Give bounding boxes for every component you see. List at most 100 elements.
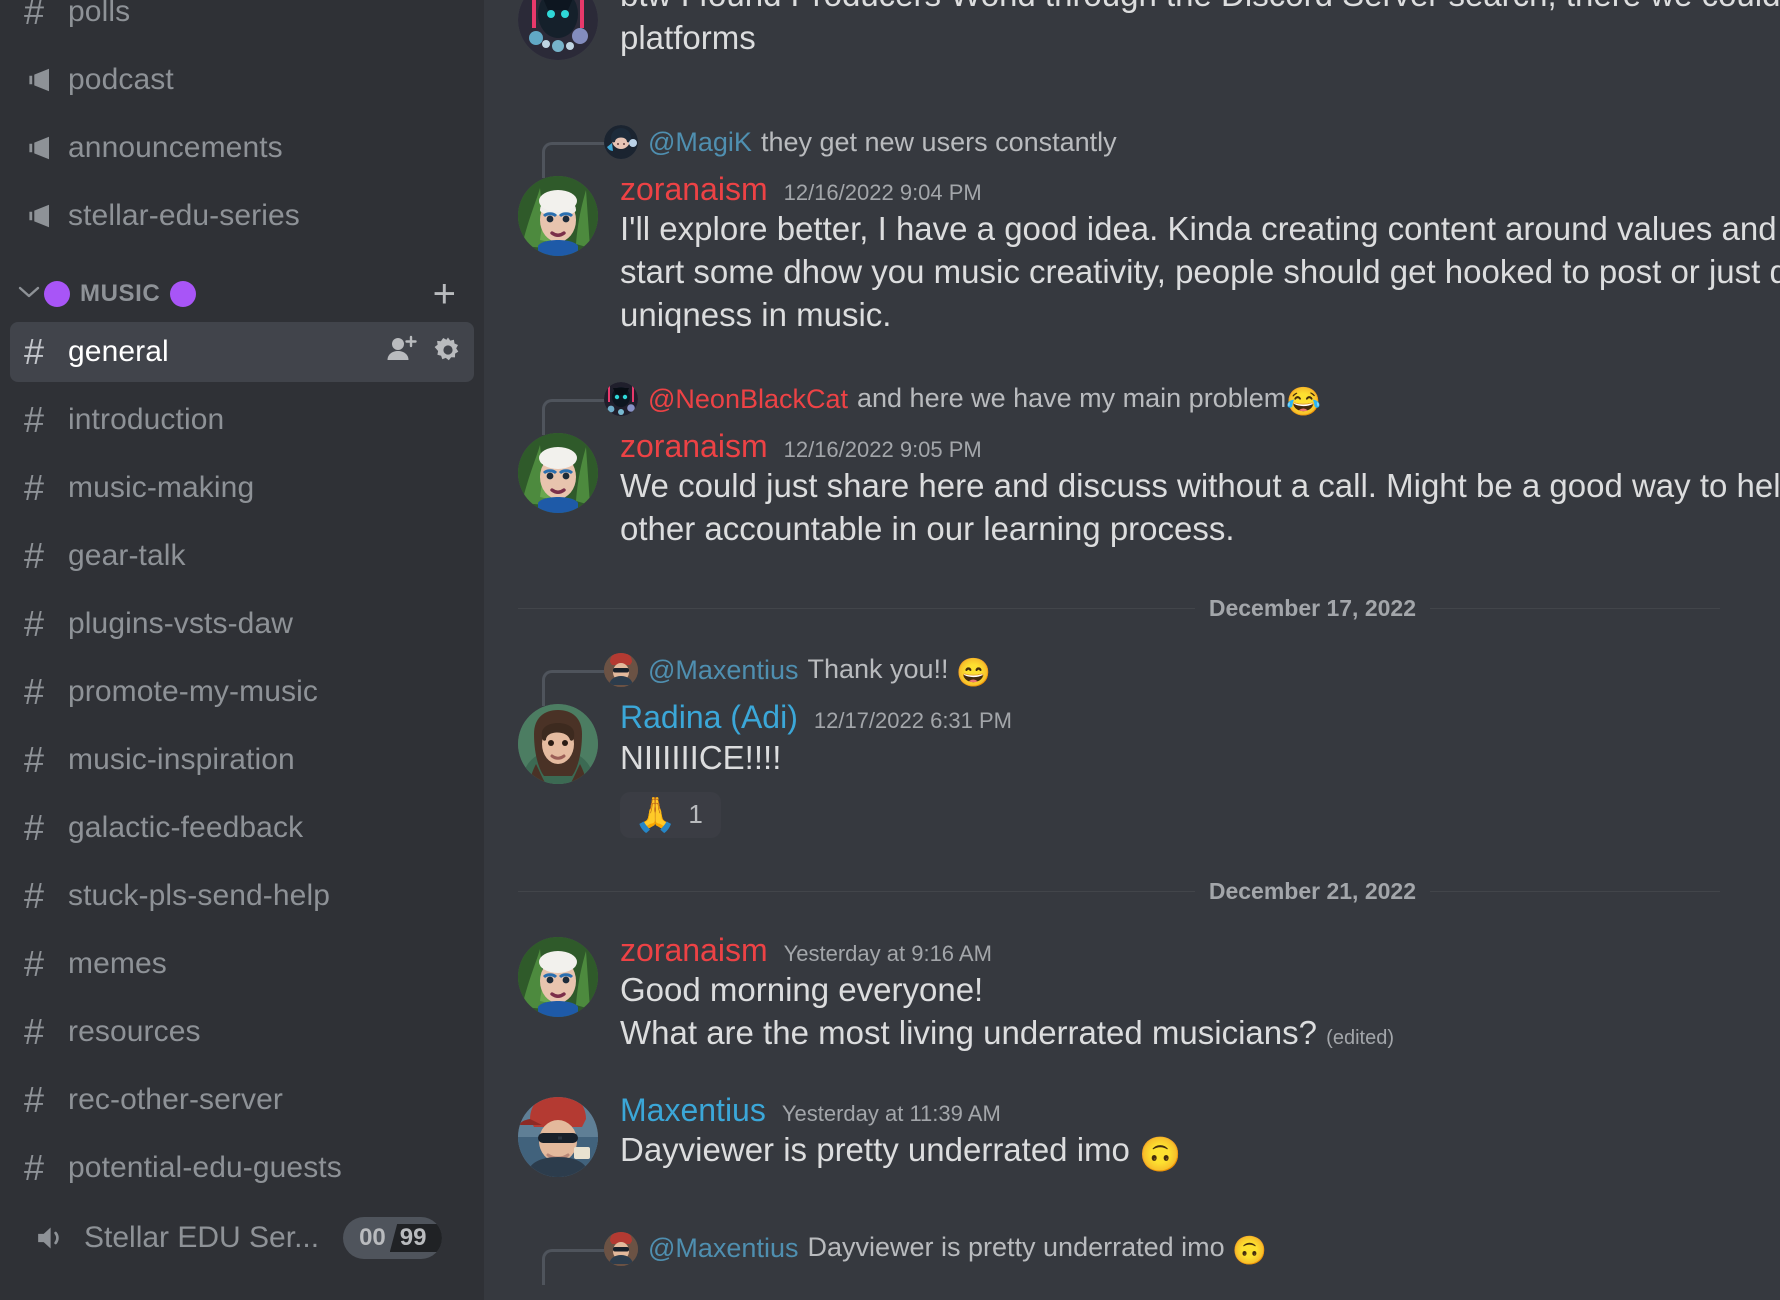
hash-icon: # — [24, 0, 45, 32]
create-channel-button[interactable]: + — [433, 274, 456, 314]
message-body: zoranaism 12/16/2022 9:04 PM I'll explor… — [620, 170, 1780, 337]
reply-context[interactable]: @Maxentius Dayviewer is pretty underrate… — [518, 1225, 1780, 1285]
channel-label: music-making — [68, 471, 255, 504]
message-author[interactable]: zoranaism — [620, 427, 768, 465]
sidebar-channel-music-inspiration[interactable]: # music-inspiration — [10, 730, 474, 790]
reply-spine — [518, 381, 604, 436]
message-author[interactable]: zoranaism — [620, 170, 768, 208]
sidebar-channel-promote-my-music[interactable]: # promote-my-music — [10, 662, 474, 722]
sidebar-channel-general[interactable]: # general — [10, 322, 474, 382]
message-line: uniqness in music. — [620, 296, 892, 334]
sidebar-channel-announcements[interactable]: announcements — [10, 118, 474, 178]
hash-icon: # — [24, 1079, 45, 1120]
gear-icon[interactable] — [432, 334, 464, 371]
sidebar-channel-stuck-pls-send-help[interactable]: # stuck-pls-send-help — [10, 866, 474, 926]
sidebar-channel-polls[interactable]: # polls — [10, 0, 474, 42]
hash-icon: # — [24, 331, 45, 372]
message-line: NIIIIIICE!!!! — [620, 738, 782, 776]
channel-label: stellar-edu-series — [68, 199, 300, 232]
neon-cat-avatar[interactable] — [604, 382, 638, 417]
upside-down-face-emoji: 🙃 — [1139, 1136, 1182, 1175]
message-group-zoranaism-905: @NeonBlackCat and here we have my main p… — [484, 375, 1780, 555]
message-author[interactable]: zoranaism — [620, 931, 768, 969]
sidebar-channel-music-making[interactable]: # music-making — [10, 458, 474, 518]
chevron-down-icon — [18, 285, 44, 304]
divider-line — [1430, 890, 1720, 892]
hash-icon: # — [24, 1147, 45, 1188]
sidebar-channel-plugins-vsts-daw[interactable]: # plugins-vsts-daw — [10, 594, 474, 654]
message-area[interactable]: btw I found Producers World through the … — [484, 0, 1780, 1300]
zoranaism-avatar[interactable] — [518, 176, 598, 256]
message-line: I'll explore better, I have a good idea.… — [620, 210, 1780, 248]
reply-context[interactable]: @Maxentius Thank you!! 😄 — [518, 646, 1780, 707]
message-group-continuation: btw I found Producers World through the … — [484, 0, 1780, 64]
maxentius-avatar[interactable] — [604, 653, 638, 688]
message-line: What are the most living underrated musi… — [620, 1012, 1780, 1055]
message-list: btw I found Producers World through the … — [484, 0, 1780, 1300]
category-label: MUSIC — [44, 280, 197, 308]
reply-spine — [518, 124, 604, 178]
channel-label: promote-my-music — [68, 675, 318, 708]
message-author[interactable]: Radina (Adi) — [620, 698, 798, 736]
category-name: MUSIC — [80, 280, 161, 307]
sidebar-channel-gear-talk[interactable]: # gear-talk — [10, 526, 474, 586]
sidebar-channel-memes[interactable]: # memes — [10, 934, 474, 994]
maxentius-avatar[interactable] — [518, 1096, 598, 1177]
channel-label: plugins-vsts-daw — [68, 607, 294, 640]
message-line: btw I found Producers World through the … — [620, 0, 1780, 17]
sidebar-channel-potential-edu-guests[interactable]: # potential-edu-guests — [10, 1138, 474, 1198]
message-line: start some dhow you music creativity, pe… — [620, 253, 1780, 291]
sidebar-channel-podcast[interactable]: podcast — [10, 50, 474, 110]
divider-line — [518, 890, 1195, 892]
reply-author[interactable]: @Maxentius — [648, 655, 798, 686]
message-group-zoranaism-904: @MagiK they get new users constantly zor… — [484, 118, 1780, 341]
purple-circle-icon — [44, 281, 70, 307]
message-author[interactable]: Maxentius — [620, 1091, 766, 1129]
reply-context[interactable]: @NeonBlackCat and here we have my main p… — [518, 375, 1780, 436]
message-timestamp: Yesterday at 9:16 AM — [783, 940, 992, 966]
reply-text-value: Dayviewer is pretty underrated imo — [807, 1232, 1225, 1263]
divider-date: December 17, 2022 — [1208, 595, 1416, 622]
sidebar-channel-introduction[interactable]: # introduction — [10, 390, 474, 450]
reply-author[interactable]: @NeonBlackCat — [648, 384, 848, 415]
channel-label: general — [68, 335, 169, 368]
maxentius-avatar[interactable] — [604, 1231, 638, 1266]
message-header: Maxentius Yesterday at 11:39 AM — [620, 1091, 1780, 1129]
category-header-music[interactable]: MUSIC + — [10, 266, 474, 322]
message: zoranaism 12/16/2022 9:04 PM I'll explor… — [484, 166, 1780, 341]
voice-user-limit-badge: 00 99 — [343, 1217, 443, 1259]
sidebar-channel-stellar-edu-series[interactable]: stellar-edu-series — [10, 186, 474, 246]
reply-author[interactable]: @Maxentius — [648, 1233, 798, 1264]
sidebar-channel-rec-other-server[interactable]: # rec-other-server — [10, 1070, 474, 1130]
magik-avatar[interactable] — [604, 125, 638, 159]
sidebar-voice-channel-stellar-edu[interactable]: Stellar EDU Ser... 00 99 — [10, 1206, 474, 1270]
divider-date: December 21, 2022 — [1208, 877, 1416, 904]
channel-label: podcast — [68, 63, 174, 96]
message-timestamp: 12/16/2022 9:05 PM — [783, 437, 982, 463]
reaction-pray[interactable]: 🙏 1 — [620, 791, 721, 838]
sidebar-channel-galactic-feedback[interactable]: # galactic-feedback — [10, 798, 474, 858]
avatar[interactable] — [518, 0, 598, 60]
radina-avatar[interactable] — [518, 704, 598, 785]
message-group-maxentius: Maxentius Yesterday at 11:39 AM Dayviewe… — [484, 1087, 1780, 1181]
message-timestamp: Yesterday at 11:39 AM — [781, 1100, 1001, 1126]
megaphone-icon — [24, 66, 58, 94]
channel-label: potential-edu-guests — [68, 1151, 342, 1184]
joy-emoji: 😂 — [1286, 385, 1322, 417]
reply-context[interactable]: @MagiK they get new users constantly — [518, 118, 1780, 178]
reply-text-value: and here we have my main problem — [857, 382, 1287, 413]
reply-author[interactable]: @MagiK — [648, 127, 752, 158]
add-member-icon[interactable] — [386, 335, 418, 370]
divider-line — [518, 608, 1195, 610]
message-line: Good morning everyone! — [620, 970, 984, 1008]
hash-icon: # — [24, 467, 45, 508]
message-body: zoranaism 12/16/2022 9:05 PM We could ju… — [620, 427, 1780, 551]
hash-icon: # — [24, 603, 45, 644]
zoranaism-avatar[interactable] — [518, 936, 598, 1017]
hash-icon: # — [24, 535, 45, 576]
sidebar-channel-resources[interactable]: # resources — [10, 1002, 474, 1062]
message-header: zoranaism Yesterday at 9:16 AM — [620, 931, 1780, 969]
message-body: Radina (Adi) 12/17/2022 6:31 PM NIIIIIIC… — [620, 698, 1780, 838]
zoranaism-avatar[interactable] — [518, 433, 598, 514]
message-header: zoranaism 12/16/2022 9:05 PM — [620, 427, 1780, 465]
